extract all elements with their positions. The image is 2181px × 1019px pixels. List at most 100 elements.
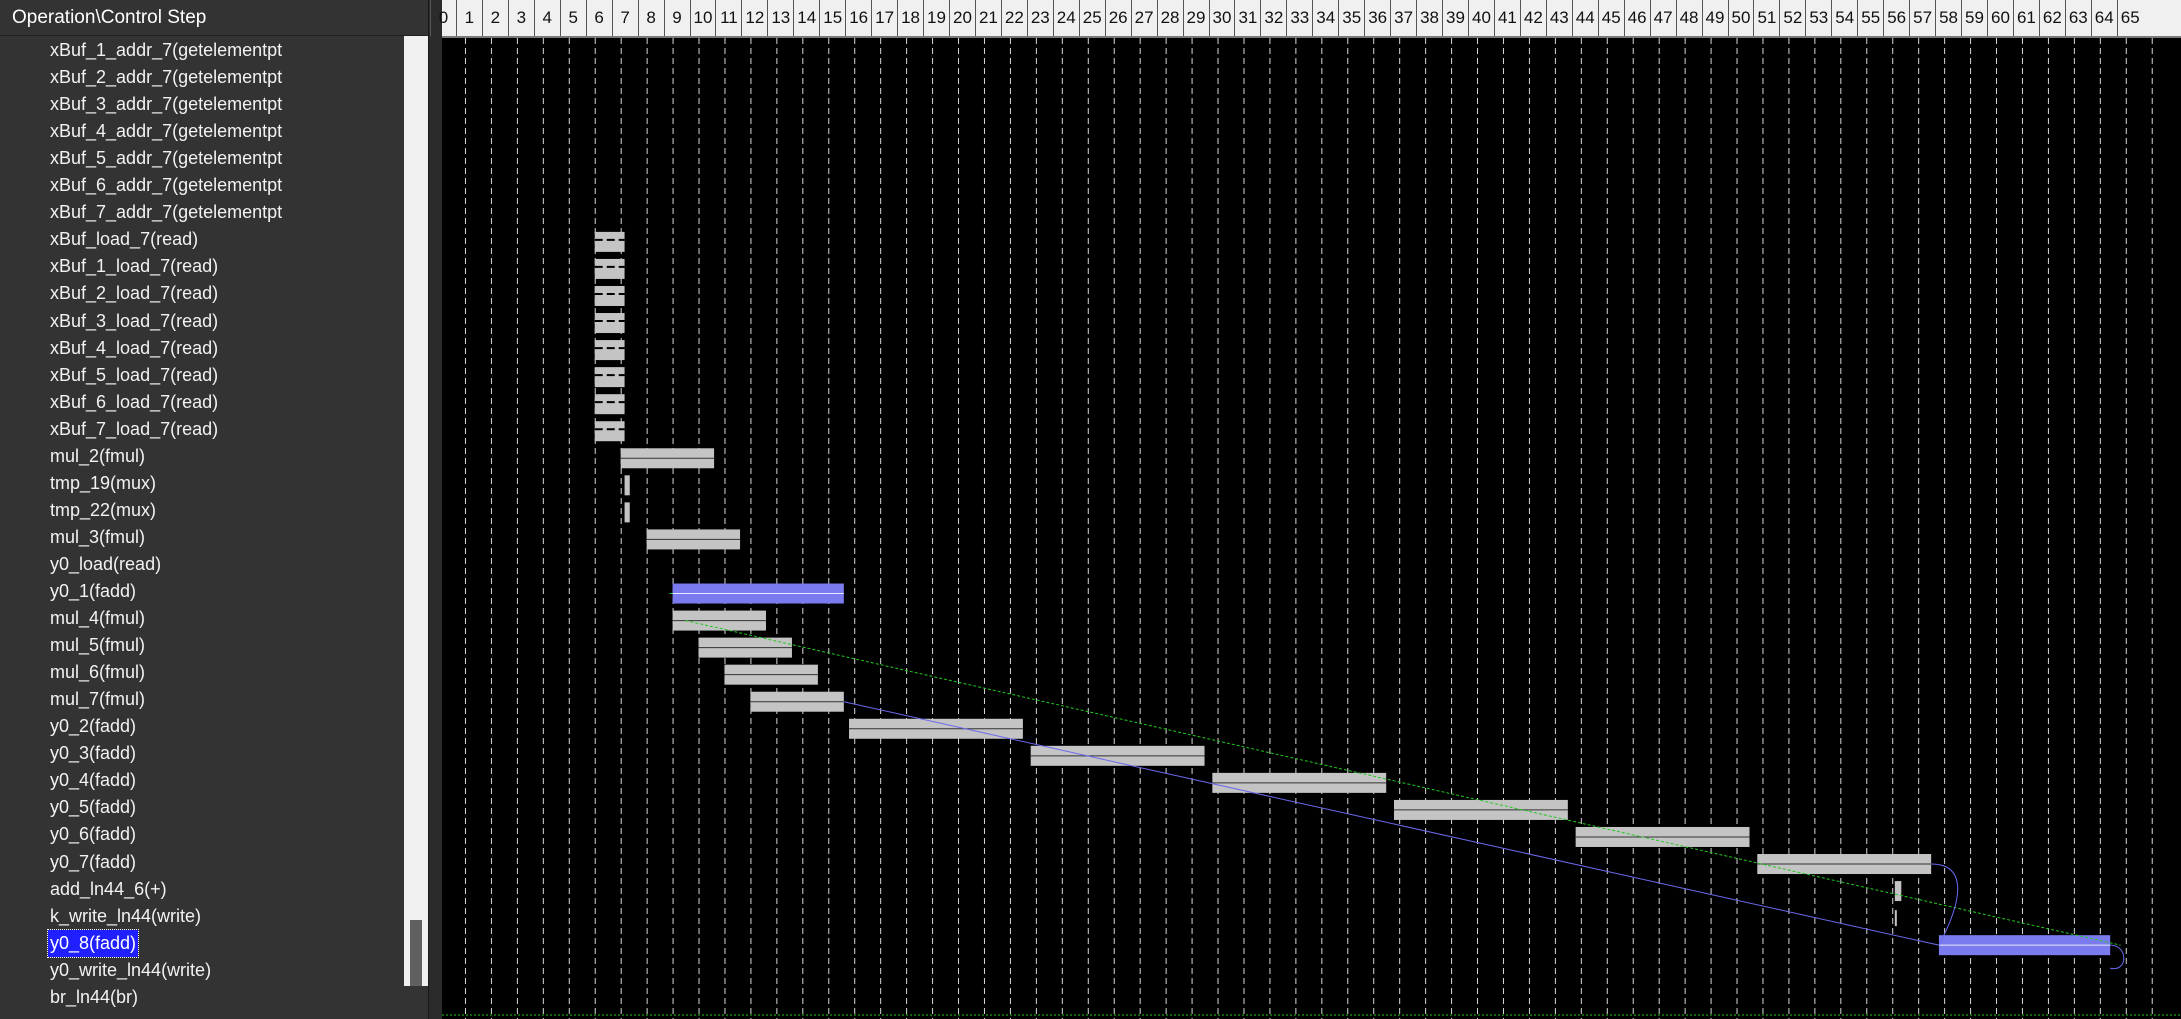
operation-row[interactable]: xBuf_3_load_7(read) (48, 308, 220, 335)
step-header-cell: 12 (741, 0, 767, 36)
operation-bar (594, 367, 625, 388)
operation-row[interactable]: mul_2(fmul) (48, 443, 147, 470)
operation-row[interactable]: xBuf_6_load_7(read) (48, 389, 220, 416)
operation-bar (624, 475, 630, 496)
operation-row[interactable]: xBuf_4_load_7(read) (48, 335, 220, 362)
operation-row[interactable]: xBuf_load_7(read) (48, 226, 200, 253)
operation-row[interactable]: y0_1(fadd) (48, 578, 138, 605)
step-header-cell: 31 (1234, 0, 1260, 36)
step-header-cell: 1 (455, 0, 482, 36)
step-header-cell: 8 (637, 0, 664, 36)
operation-row[interactable]: mul_4(fmul) (48, 605, 147, 632)
step-header-cell: 54 (1831, 0, 1857, 36)
step-header-cell: 19 (923, 0, 949, 36)
step-header-cell: 18 (897, 0, 923, 36)
step-header-cell: 27 (1130, 0, 1157, 36)
step-header-cell: 0 (430, 0, 456, 36)
operation-row[interactable]: mul_3(fmul) (48, 524, 147, 551)
operation-row[interactable]: k_write_ln44(write) (48, 903, 203, 930)
operation-row[interactable]: y0_2(fadd) (48, 713, 138, 740)
step-header-cell: 38 (1416, 0, 1442, 36)
operation-column-header: Operation\Control Step (0, 0, 428, 36)
step-header-cell: 39 (1442, 0, 1468, 36)
step-header-cell: 40 (1468, 0, 1494, 36)
step-header-cell: 13 (767, 0, 793, 36)
step-header-cell: 59 (1961, 0, 1987, 36)
step-header-cell: 41 (1493, 0, 1520, 36)
step-header-cell: 45 (1597, 0, 1624, 36)
operation-row[interactable]: tmp_22(mux) (48, 497, 158, 524)
dependency-edge (2110, 944, 2125, 969)
operation-bar (594, 421, 625, 442)
step-header-cell: 58 (1935, 0, 1961, 36)
step-header-cell: 60 (1987, 0, 2013, 36)
step-header-cell: 34 (1312, 0, 1338, 36)
vertical-scrollbar[interactable] (404, 36, 428, 986)
operation-bar (624, 502, 630, 523)
operation-row[interactable]: xBuf_7_addr_7(getelementpt (48, 199, 284, 226)
scrollbar-thumb[interactable] (410, 920, 422, 986)
operation-row[interactable]: add_ln44_6(+) (48, 876, 169, 903)
step-header-cell: 50 (1727, 0, 1754, 36)
step-header-cell: 16 (845, 0, 871, 36)
operation-bar (1894, 881, 1902, 902)
operation-bar (594, 340, 625, 361)
operation-bar (1894, 910, 1897, 927)
step-header-cell: 43 (1545, 0, 1572, 36)
operation-row[interactable]: br_ln44(br) (48, 984, 140, 1011)
operation-row[interactable]: xBuf_3_addr_7(getelementpt (48, 91, 284, 118)
operation-row[interactable]: xBuf_1_addr_7(getelementpt (48, 37, 284, 64)
step-header-cell: 23 (1026, 0, 1053, 36)
step-header-cell: 25 (1078, 0, 1105, 36)
operation-bar (594, 231, 625, 252)
operation-row[interactable]: tmp_19(mux) (48, 470, 158, 497)
step-header-cell: 36 (1364, 0, 1390, 36)
schedule-chart-canvas (442, 38, 2181, 1019)
step-header-cell: 9 (663, 0, 690, 36)
step-header-cell: 2 (481, 0, 508, 36)
operation-row[interactable]: mul_5(fmul) (48, 632, 147, 659)
step-header-cell: 64 (2090, 0, 2117, 36)
operation-row[interactable]: mul_6(fmul) (48, 659, 147, 686)
operation-row[interactable]: y0_8(fadd) (46, 928, 140, 958)
step-header-cell: 44 (1571, 0, 1598, 36)
step-header-cell: 21 (974, 0, 1001, 36)
operation-row[interactable]: mul_7(fmul) (48, 686, 147, 713)
operation-row[interactable]: y0_5(fadd) (48, 794, 138, 821)
step-header-cell: 3 (507, 0, 534, 36)
step-header-cell: 63 (2064, 0, 2091, 36)
step-header-cell: 42 (1519, 0, 1546, 36)
operation-panel: Operation\Control Step xBuf_1_addr_7(get… (0, 0, 428, 1019)
step-header-cell: 62 (2038, 0, 2065, 36)
step-header-cell: 20 (949, 0, 975, 36)
step-header-cell: 28 (1156, 0, 1183, 36)
operation-row[interactable]: xBuf_5_load_7(read) (48, 362, 220, 389)
operation-row[interactable]: y0_write_ln44(write) (48, 957, 213, 984)
panel-splitter[interactable] (428, 0, 443, 1019)
operation-row[interactable]: xBuf_1_load_7(read) (48, 253, 220, 280)
step-header-cell: 65 (2116, 0, 2143, 36)
dependency-edge (843, 701, 1940, 946)
step-header-cell: 57 (1909, 0, 1935, 36)
step-header-cell: 4 (533, 0, 560, 36)
operation-row[interactable]: xBuf_5_addr_7(getelementpt (48, 145, 284, 172)
operation-bar (594, 394, 625, 415)
operation-row[interactable]: y0_load(read) (48, 551, 163, 578)
operation-row[interactable]: xBuf_2_load_7(read) (48, 280, 220, 307)
operation-row[interactable]: xBuf_2_addr_7(getelementpt (48, 64, 284, 91)
operation-bar (594, 258, 625, 279)
step-header-cell: 24 (1052, 0, 1079, 36)
operation-row[interactable]: xBuf_6_addr_7(getelementpt (48, 172, 284, 199)
step-header-cell: 7 (611, 0, 638, 36)
operation-row[interactable]: y0_3(fadd) (48, 740, 138, 767)
operation-row[interactable]: y0_6(fadd) (48, 821, 138, 848)
step-header-cell: 53 (1805, 0, 1831, 36)
step-header-cell: 47 (1649, 0, 1676, 36)
operation-row[interactable]: xBuf_7_load_7(read) (48, 416, 220, 443)
operation-row[interactable]: xBuf_4_addr_7(getelementpt (48, 118, 284, 145)
operation-row[interactable]: y0_4(fadd) (48, 767, 138, 794)
operation-row[interactable]: y0_7(fadd) (48, 849, 138, 876)
step-header-cell: 17 (871, 0, 897, 36)
step-header-cell: 30 (1208, 0, 1235, 36)
step-header-cell: 56 (1883, 0, 1909, 36)
